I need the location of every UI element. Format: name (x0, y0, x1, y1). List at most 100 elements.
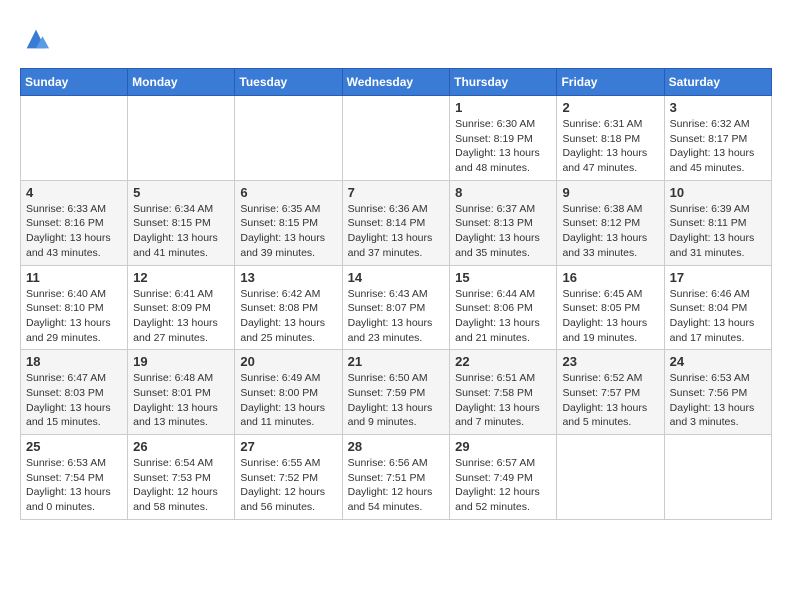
day-info: Sunrise: 6:47 AMSunset: 8:03 PMDaylight:… (26, 371, 122, 430)
calendar-cell: 22 Sunrise: 6:51 AMSunset: 7:58 PMDayligh… (450, 350, 557, 435)
calendar-week-2: 4 Sunrise: 6:33 AMSunset: 8:16 PMDaylight… (21, 180, 772, 265)
day-info: Sunrise: 6:46 AMSunset: 8:04 PMDaylight:… (670, 287, 766, 346)
calendar-cell: 25 Sunrise: 6:53 AMSunset: 7:54 PMDayligh… (21, 435, 128, 520)
calendar-header-monday: Monday (128, 69, 235, 96)
calendar-cell: 11 Sunrise: 6:40 AMSunset: 8:10 PMDayligh… (21, 265, 128, 350)
day-info: Sunrise: 6:35 AMSunset: 8:15 PMDaylight:… (240, 202, 336, 261)
calendar-cell (342, 96, 450, 181)
day-number: 29 (455, 439, 551, 454)
day-info: Sunrise: 6:55 AMSunset: 7:52 PMDaylight:… (240, 456, 336, 515)
day-info: Sunrise: 6:33 AMSunset: 8:16 PMDaylight:… (26, 202, 122, 261)
calendar-header-friday: Friday (557, 69, 664, 96)
day-info: Sunrise: 6:38 AMSunset: 8:12 PMDaylight:… (562, 202, 658, 261)
calendar-cell: 14Sunrise: 6:43 AMSunset: 8:07 PMDayligh… (342, 265, 450, 350)
logo-icon (22, 25, 50, 53)
calendar-cell (664, 435, 771, 520)
day-number: 20 (240, 354, 336, 369)
day-info: Sunrise: 6:37 AMSunset: 8:13 PMDaylight:… (455, 202, 551, 261)
day-info: Sunrise: 6:39 AMSunset: 8:11 PMDaylight:… (670, 202, 766, 261)
day-info: Sunrise: 6:53 AMSunset: 7:56 PMDaylight:… (670, 371, 766, 430)
calendar-cell: 15 Sunrise: 6:44 AMSunset: 8:06 PMDayligh… (450, 265, 557, 350)
day-info: Sunrise: 6:30 AMSunset: 8:19 PMDaylight:… (455, 117, 551, 176)
calendar-cell: 10 Sunrise: 6:39 AMSunset: 8:11 PMDayligh… (664, 180, 771, 265)
calendar-cell: 6 Sunrise: 6:35 AMSunset: 8:15 PMDaylight… (235, 180, 342, 265)
calendar-week-5: 25 Sunrise: 6:53 AMSunset: 7:54 PMDayligh… (21, 435, 772, 520)
calendar-cell: 29 Sunrise: 6:57 AMSunset: 7:49 PMDayligh… (450, 435, 557, 520)
day-number: 2 (562, 100, 658, 115)
day-info: Sunrise: 6:57 AMSunset: 7:49 PMDaylight:… (455, 456, 551, 515)
calendar-cell: 20 Sunrise: 6:49 AMSunset: 8:00 PMDayligh… (235, 350, 342, 435)
logo (20, 25, 50, 58)
day-number: 26 (133, 439, 229, 454)
calendar-cell: 9 Sunrise: 6:38 AMSunset: 8:12 PMDaylight… (557, 180, 664, 265)
day-info: Sunrise: 6:53 AMSunset: 7:54 PMDaylight:… (26, 456, 122, 515)
day-number: 3 (670, 100, 766, 115)
calendar-cell: 23 Sunrise: 6:52 AMSunset: 7:57 PMDayligh… (557, 350, 664, 435)
calendar-cell (21, 96, 128, 181)
day-number: 9 (562, 185, 658, 200)
day-info: Sunrise: 6:48 AMSunset: 8:01 PMDaylight:… (133, 371, 229, 430)
day-number: 18 (26, 354, 122, 369)
day-info: Sunrise: 6:31 AMSunset: 8:18 PMDaylight:… (562, 117, 658, 176)
day-info: Sunrise: 6:52 AMSunset: 7:57 PMDaylight:… (562, 371, 658, 430)
day-number: 16 (562, 270, 658, 285)
calendar-week-1: 1 Sunrise: 6:30 AMSunset: 8:19 PMDaylight… (21, 96, 772, 181)
day-number: 13 (240, 270, 336, 285)
calendar-cell: 19Sunrise: 6:48 AMSunset: 8:01 PMDayligh… (128, 350, 235, 435)
day-number: 24 (670, 354, 766, 369)
day-number: 8 (455, 185, 551, 200)
calendar-cell: 18 Sunrise: 6:47 AMSunset: 8:03 PMDayligh… (21, 350, 128, 435)
day-info: Sunrise: 6:36 AMSunset: 8:14 PMDaylight:… (348, 202, 445, 261)
day-info: Sunrise: 6:41 AMSunset: 8:09 PMDaylight:… (133, 287, 229, 346)
calendar-cell: 2 Sunrise: 6:31 AMSunset: 8:18 PMDaylight… (557, 96, 664, 181)
day-number: 23 (562, 354, 658, 369)
calendar-cell: 7 Sunrise: 6:36 AMSunset: 8:14 PMDaylight… (342, 180, 450, 265)
day-info: Sunrise: 6:42 AMSunset: 8:08 PMDaylight:… (240, 287, 336, 346)
day-number: 27 (240, 439, 336, 454)
day-number: 1 (455, 100, 551, 115)
calendar-header-tuesday: Tuesday (235, 69, 342, 96)
day-number: 15 (455, 270, 551, 285)
day-info: Sunrise: 6:32 AMSunset: 8:17 PMDaylight:… (670, 117, 766, 176)
day-number: 5 (133, 185, 229, 200)
day-info: Sunrise: 6:56 AMSunset: 7:51 PMDaylight:… (348, 456, 445, 515)
calendar-cell: 8 Sunrise: 6:37 AMSunset: 8:13 PMDaylight… (450, 180, 557, 265)
calendar-cell: 3 Sunrise: 6:32 AMSunset: 8:17 PMDaylight… (664, 96, 771, 181)
calendar-cell (128, 96, 235, 181)
day-number: 10 (670, 185, 766, 200)
calendar-cell (235, 96, 342, 181)
calendar-cell: 27 Sunrise: 6:55 AMSunset: 7:52 PMDayligh… (235, 435, 342, 520)
calendar-cell: 4 Sunrise: 6:33 AMSunset: 8:16 PMDaylight… (21, 180, 128, 265)
day-number: 22 (455, 354, 551, 369)
day-number: 4 (26, 185, 122, 200)
day-number: 11 (26, 270, 122, 285)
calendar-cell: 21 Sunrise: 6:50 AMSunset: 7:59 PMDayligh… (342, 350, 450, 435)
calendar-cell: 26 Sunrise: 6:54 AMSunset: 7:53 PMDayligh… (128, 435, 235, 520)
day-number: 28 (348, 439, 445, 454)
day-number: 7 (348, 185, 445, 200)
calendar-cell: 5 Sunrise: 6:34 AMSunset: 8:15 PMDaylight… (128, 180, 235, 265)
calendar-header-sunday: Sunday (21, 69, 128, 96)
day-info: Sunrise: 6:34 AMSunset: 8:15 PMDaylight:… (133, 202, 229, 261)
day-info: Sunrise: 6:44 AMSunset: 8:06 PMDaylight:… (455, 287, 551, 346)
day-info: Sunrise: 6:40 AMSunset: 8:10 PMDaylight:… (26, 287, 122, 346)
calendar-cell (557, 435, 664, 520)
day-info: Sunrise: 6:49 AMSunset: 8:00 PMDaylight:… (240, 371, 336, 430)
day-info: Sunrise: 6:54 AMSunset: 7:53 PMDaylight:… (133, 456, 229, 515)
calendar-cell: 13 Sunrise: 6:42 AMSunset: 8:08 PMDayligh… (235, 265, 342, 350)
calendar-header-thursday: Thursday (450, 69, 557, 96)
day-info: Sunrise: 6:51 AMSunset: 7:58 PMDaylight:… (455, 371, 551, 430)
calendar-cell: 16 Sunrise: 6:45 AMSunset: 8:05 PMDayligh… (557, 265, 664, 350)
day-info: Sunrise: 6:50 AMSunset: 7:59 PMDaylight:… (348, 371, 445, 430)
calendar-header-row: SundayMondayTuesdayWednesdayThursdayFrid… (21, 69, 772, 96)
day-number: 14 (348, 270, 445, 285)
calendar-cell: 28 Sunrise: 6:56 AMSunset: 7:51 PMDayligh… (342, 435, 450, 520)
day-number: 21 (348, 354, 445, 369)
calendar-cell: 1 Sunrise: 6:30 AMSunset: 8:19 PMDaylight… (450, 96, 557, 181)
day-number: 25 (26, 439, 122, 454)
calendar-cell: 17Sunrise: 6:46 AMSunset: 8:04 PMDayligh… (664, 265, 771, 350)
page-header (20, 20, 772, 58)
day-number: 6 (240, 185, 336, 200)
day-info: Sunrise: 6:45 AMSunset: 8:05 PMDaylight:… (562, 287, 658, 346)
calendar-week-3: 11 Sunrise: 6:40 AMSunset: 8:10 PMDayligh… (21, 265, 772, 350)
